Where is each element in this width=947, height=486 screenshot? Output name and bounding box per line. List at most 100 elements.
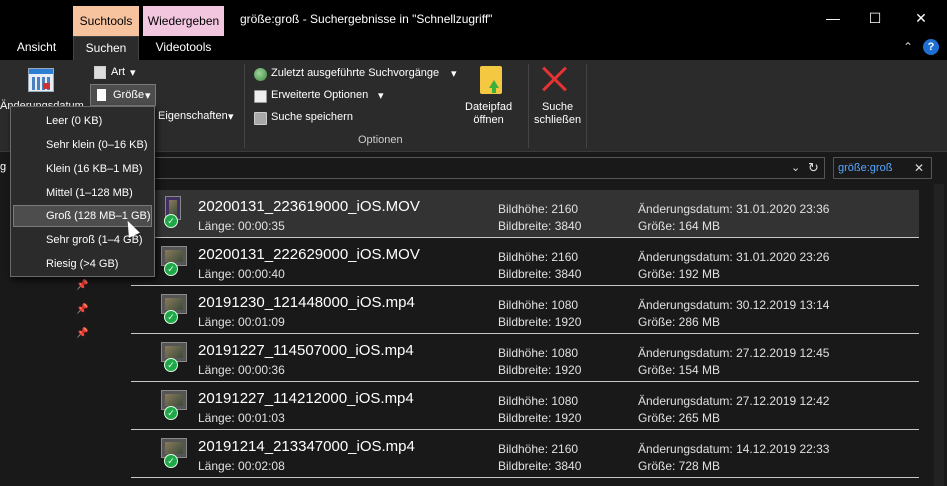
- ribbon-tab-row: Ansicht Suchen Videotools: [0, 36, 947, 60]
- size-option-klein[interactable]: Klein (16 KB–1 MB): [13, 158, 152, 180]
- close-search-label-line2: schließen: [534, 114, 582, 126]
- size-filter-menu: Leer (0 KB) Sehr klein (0–16 KB) Klein (…: [10, 106, 155, 277]
- file-height: Bildhöhe: 1080: [498, 346, 579, 360]
- file-size: Größe: 164 MB: [638, 219, 721, 233]
- file-length: Länge: 00:01:03: [198, 411, 285, 425]
- ribbon-separator: [244, 64, 245, 148]
- file-name: 20191227_114507000_iOS.mp4: [198, 342, 414, 359]
- file-size: Größe: 728 MB: [638, 459, 721, 473]
- groesse-label: Größe: [113, 89, 145, 101]
- title-bar: Suchtools Wiedergeben größe:groß - Suche…: [0, 0, 947, 36]
- calendar-icon[interactable]: [28, 68, 54, 92]
- size-option-riesig[interactable]: Riesig (>4 GB): [13, 253, 152, 275]
- close-search-label-line1: Suche: [541, 101, 574, 113]
- file-date: Änderungsdatum: 31.01.2020 23:26: [638, 250, 830, 264]
- art-label: Art: [111, 66, 126, 78]
- vertical-scrollbar[interactable]: [931, 184, 947, 486]
- file-length: Länge: 00:00:35: [198, 219, 285, 233]
- file-length: Länge: 00:00:36: [198, 363, 285, 377]
- ribbon-separator: [528, 64, 529, 148]
- sync-check-icon: ✓: [164, 358, 178, 372]
- eigenschaften-button[interactable]: Eigenschaften: [158, 110, 228, 122]
- pin-icon: 📌: [76, 280, 89, 291]
- size-option-leer[interactable]: Leer (0 KB): [13, 110, 152, 132]
- address-history-chevron-icon[interactable]: ⌄: [791, 161, 800, 174]
- file-height: Bildhöhe: 1080: [498, 394, 579, 408]
- refresh-icon[interactable]: ↻: [808, 160, 819, 176]
- open-path-label-line1: Dateipfad: [465, 101, 513, 113]
- file-row[interactable]: ✓ 20191227_114507000_iOS.mp4 Länge: 00:0…: [131, 334, 919, 382]
- file-width: Bildbreite: 1920: [498, 411, 582, 425]
- window-title: größe:groß - Suchergebnisse in "Schnellz…: [240, 12, 493, 26]
- file-width: Bildbreite: 3840: [498, 219, 582, 233]
- results-list: ✓ 20200131_223619000_iOS.MOV Länge: 00:0…: [131, 190, 931, 486]
- file-size: Größe: 154 MB: [638, 363, 721, 377]
- file-length: Länge: 00:00:40: [198, 267, 285, 281]
- chevron-down-icon: ▾: [451, 68, 457, 80]
- file-date: Änderungsdatum: 30.12.2019 13:14: [638, 298, 830, 312]
- file-row[interactable]: ✓ 20191230_121448000_iOS.mp4 Länge: 00:0…: [131, 286, 919, 334]
- file-height: Bildhöhe: 1080: [498, 298, 579, 312]
- tab-videotools[interactable]: Videotools: [143, 36, 224, 60]
- file-width: Bildbreite: 1920: [498, 363, 582, 377]
- file-size: Größe: 265 MB: [638, 411, 721, 425]
- minimize-button[interactable]: —: [810, 0, 856, 36]
- file-row[interactable]: ✓ 20191214_213347000_iOS.mp4 Länge: 00:0…: [131, 430, 919, 478]
- file-date: Änderungsdatum: 27.12.2019 12:45: [638, 346, 830, 360]
- open-file-path-button[interactable]: Dateipfad öffnen: [465, 101, 512, 127]
- search-value: größe:groß: [838, 162, 893, 174]
- collapse-ribbon-icon[interactable]: ⌃: [903, 40, 913, 54]
- chevron-down-icon: ▾: [145, 90, 151, 102]
- sync-check-icon: ✓: [164, 214, 178, 228]
- document-size-icon: [97, 89, 106, 101]
- tab-suchen[interactable]: Suchen: [73, 36, 139, 60]
- file-name: 20191230_121448000_iOS.mp4: [198, 294, 415, 311]
- file-height: Bildhöhe: 2160: [498, 202, 579, 216]
- size-option-mittel[interactable]: Mittel (1–128 MB): [13, 182, 152, 204]
- file-date: Änderungsdatum: 27.12.2019 12:42: [638, 394, 830, 408]
- sync-check-icon: ✓: [164, 262, 178, 276]
- clear-search-icon[interactable]: ✕: [914, 161, 924, 175]
- save-search-label: Suche speichern: [271, 111, 353, 123]
- options-group-label: Optionen: [358, 134, 403, 146]
- open-folder-icon[interactable]: [480, 66, 502, 94]
- close-search-button[interactable]: Suche schließen: [534, 101, 581, 127]
- file-name: 20200131_222629000_iOS.MOV: [198, 246, 420, 263]
- close-search-icon[interactable]: [541, 65, 569, 93]
- file-row[interactable]: ✓ 20200131_223619000_iOS.MOV Länge: 00:0…: [131, 190, 919, 238]
- size-option-sehr-klein[interactable]: Sehr klein (0–16 KB): [13, 134, 152, 156]
- file-size: Größe: 192 MB: [638, 267, 721, 281]
- context-tab-suchtools[interactable]: Suchtools: [73, 6, 139, 36]
- groesse-button[interactable]: Größe ▾: [90, 84, 156, 106]
- file-date: Änderungsdatum: 31.01.2020 23:36: [638, 202, 830, 216]
- chevron-down-icon: ▾: [130, 67, 136, 79]
- sync-check-icon: ✓: [164, 310, 178, 324]
- save-icon: [254, 112, 267, 125]
- file-height: Bildhöhe: 2160: [498, 250, 579, 264]
- file-row[interactable]: ✓ 20200131_222629000_iOS.MOV Länge: 00:0…: [131, 238, 919, 286]
- close-button[interactable]: ✕: [898, 0, 944, 36]
- search-input[interactable]: größe:groß ✕: [833, 157, 932, 179]
- help-icon[interactable]: ?: [923, 39, 939, 55]
- open-path-label-line2: öffnen: [473, 114, 504, 126]
- sync-check-icon: ✓: [164, 406, 178, 420]
- maximize-button[interactable]: ☐: [852, 0, 898, 36]
- address-text: g: [0, 161, 7, 173]
- tab-ansicht[interactable]: Ansicht: [0, 36, 73, 60]
- file-name: 20191227_114212000_iOS.mp4: [198, 390, 414, 407]
- file-width: Bildbreite: 3840: [498, 267, 582, 281]
- recent-searches-label: Zuletzt ausgeführte Suchvorgänge: [271, 67, 440, 79]
- file-height: Bildhöhe: 2160: [498, 442, 579, 456]
- file-row[interactable]: ✓ 20191227_114212000_iOS.mp4 Länge: 00:0…: [131, 382, 919, 430]
- ribbon-separator: [586, 64, 587, 148]
- advanced-options-label: Erweiterte Optionen: [271, 89, 369, 101]
- file-width: Bildbreite: 1920: [498, 315, 582, 329]
- chevron-down-icon: ▾: [378, 90, 384, 102]
- file-date: Änderungsdatum: 14.12.2019 22:33: [638, 442, 830, 456]
- document-type-icon: [94, 66, 106, 79]
- context-tab-wiedergeben[interactable]: Wiedergeben: [143, 6, 224, 36]
- file-length: Länge: 00:02:08: [198, 459, 285, 473]
- chevron-down-icon: ▾: [228, 111, 234, 123]
- file-name: 20191214_213347000_iOS.mp4: [198, 438, 415, 455]
- recent-searches-icon: [254, 68, 267, 81]
